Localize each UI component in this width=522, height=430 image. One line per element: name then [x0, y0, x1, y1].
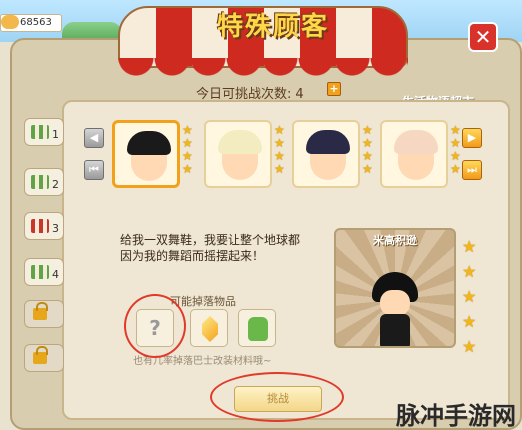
tab-locked-6[interactable] — [24, 344, 64, 372]
tab-label: 2 — [52, 178, 59, 191]
customer-name: 米高积逊 — [373, 234, 417, 247]
customer-hair — [306, 130, 350, 154]
awning-scallop — [118, 58, 408, 76]
customer-3-stars: ★ ★ ★ ★ — [362, 124, 374, 176]
customer-dialog: 给我一双舞鞋，我要让整个地球都因为我的舞蹈而摇摆起来！ — [120, 233, 301, 263]
customer-2-stars: ★ ★ ★ ★ — [274, 124, 286, 176]
customer-card-stars: ★ ★ ★ ★ ★ — [462, 234, 478, 359]
star-icon: ★ — [274, 162, 285, 176]
star-icon: ★ — [462, 337, 477, 356]
customer-portrait-3[interactable] — [292, 120, 360, 188]
customer-portrait-2[interactable] — [204, 120, 272, 188]
shop-icon — [31, 175, 49, 189]
tab-label: 1 — [52, 128, 59, 141]
crystal-icon — [202, 316, 218, 342]
lock-icon — [33, 302, 48, 320]
shop-icon — [31, 125, 49, 139]
prev-customer-button[interactable]: ◀ — [84, 128, 104, 148]
customer-hat — [127, 131, 171, 155]
customer-1-stars: ★ ★ ★ ★ — [182, 124, 194, 176]
star-icon: ★ — [182, 162, 193, 176]
tab-level-4[interactable]: 4 — [24, 258, 64, 286]
customer-portrait-1[interactable] — [112, 120, 180, 188]
star-icon: ★ — [450, 162, 461, 176]
customer-4-stars: ★ ★ ★ ★ — [450, 124, 462, 176]
tab-locked-5[interactable] — [24, 300, 64, 328]
tab-level-2[interactable]: 2 — [24, 168, 64, 196]
coin-counter: 68563 — [0, 14, 62, 32]
close-button[interactable]: ✕ — [468, 22, 498, 52]
customer-face — [380, 290, 410, 316]
annotation-circle-drop — [124, 294, 186, 358]
customer-body — [380, 314, 410, 346]
star-icon: ★ — [462, 262, 477, 281]
customer-card: 米高积逊 — [334, 228, 456, 348]
customer-hair — [394, 130, 438, 154]
last-customer-button[interactable]: ⏭ — [462, 160, 482, 180]
first-customer-button[interactable]: ⏮ — [84, 160, 104, 180]
drop-item-crystal[interactable] — [190, 309, 228, 347]
shop-icon — [31, 219, 49, 233]
tab-level-1[interactable]: 1 — [24, 118, 64, 146]
star-icon: ★ — [362, 162, 373, 176]
coin-icon — [1, 15, 19, 29]
thumbs-up-icon — [248, 317, 268, 341]
tab-label: 4 — [52, 268, 59, 281]
star-icon: ★ — [462, 287, 477, 306]
star-icon: ★ — [462, 312, 477, 331]
drop-item-thumbs-up[interactable] — [238, 309, 276, 347]
lock-icon — [33, 346, 48, 364]
panel-title: 特殊顾客 — [216, 12, 329, 42]
tab-label: 3 — [52, 222, 59, 235]
customer-hair — [218, 130, 262, 154]
tab-level-3[interactable]: 3 — [24, 212, 64, 240]
challenge-button[interactable]: 挑战 — [234, 386, 322, 412]
next-customer-button[interactable]: ▶ — [462, 128, 482, 148]
shop-icon — [31, 265, 49, 279]
add-challenge-button[interactable]: + — [327, 82, 341, 96]
watermark: 脉冲手游网 — [396, 402, 516, 430]
coin-value: 68563 — [20, 17, 52, 28]
star-icon: ★ — [462, 237, 477, 256]
customer-portrait-4[interactable] — [380, 120, 448, 188]
